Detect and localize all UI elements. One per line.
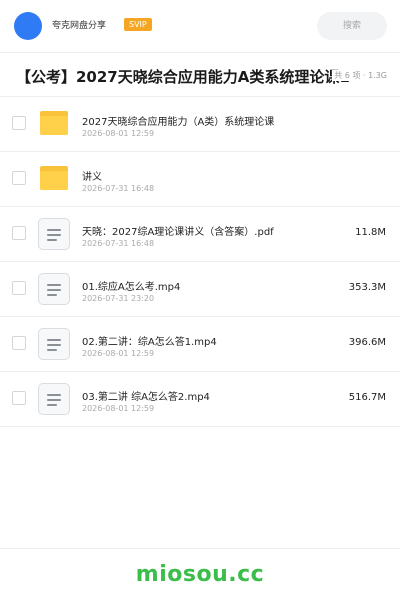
file-row[interactable]: 01.综应A怎么考.mp4 2026-07-31 23:20 353.3M	[0, 262, 400, 317]
file-size: 396.6M	[348, 337, 386, 348]
file-name: 天晓：2027综A理论课讲义（含答案）.pdf	[82, 227, 274, 238]
folder-icon	[38, 163, 70, 195]
file-size: 11.8M	[355, 227, 386, 238]
row-checkbox[interactable]	[12, 391, 26, 405]
row-checkbox[interactable]	[12, 336, 26, 350]
row-checkbox[interactable]	[12, 226, 26, 240]
file-date: 2026-08-01 12:59	[82, 404, 155, 413]
footer-divider	[0, 548, 400, 549]
folder-icon	[38, 108, 70, 140]
document-icon	[38, 383, 70, 415]
file-size: 353.3M	[348, 282, 386, 293]
file-size: 516.7M	[348, 392, 386, 403]
row-checkbox[interactable]	[12, 281, 26, 295]
file-row[interactable]: 03.第二讲 综A怎么答2.mp4 2026-08-01 12:59 516.7…	[0, 372, 400, 427]
folder-summary: 共 6 项 · 1.3G	[332, 70, 387, 81]
header-bar: 夸克网盘分享 SVIP	[0, 0, 400, 53]
file-name: 03.第二讲 综A怎么答2.mp4	[82, 392, 210, 403]
share-page: 夸克网盘分享 SVIP 【公考】2027天晓综合应用能力A类系统理论课1 共 6…	[0, 0, 400, 600]
search-input[interactable]	[317, 12, 387, 40]
file-row[interactable]: 2027天晓综合应用能力（A类）系统理论课 2026-08-01 12:59	[0, 97, 400, 152]
share-owner-name: 夸克网盘分享	[52, 21, 107, 31]
svip-badge: SVIP	[124, 18, 152, 31]
row-checkbox[interactable]	[12, 116, 26, 130]
file-row[interactable]: 天晓：2027综A理论课讲义（含答案）.pdf 2026-07-31 16:48…	[0, 207, 400, 262]
file-list: 2027天晓综合应用能力（A类）系统理论课 2026-08-01 12:59 讲…	[0, 97, 400, 427]
file-date: 2026-07-31 16:48	[82, 239, 155, 248]
folder-title: 【公考】2027天晓综合应用能力A类系统理论课1	[16, 68, 350, 86]
site-logo[interactable]: miosou.cc	[0, 562, 400, 587]
row-checkbox[interactable]	[12, 171, 26, 185]
file-row[interactable]: 讲义 2026-07-31 16:48	[0, 152, 400, 207]
file-date: 2026-07-31 23:20	[82, 294, 155, 303]
file-row[interactable]: 02.第二讲：综A怎么答1.mp4 2026-08-01 12:59 396.6…	[0, 317, 400, 372]
file-date: 2026-07-31 16:48	[82, 184, 155, 193]
file-date: 2026-08-01 12:59	[82, 349, 155, 358]
file-name: 2027天晓综合应用能力（A类）系统理论课	[82, 117, 275, 128]
file-name: 讲义	[82, 172, 102, 183]
file-name: 02.第二讲：综A怎么答1.mp4	[82, 337, 217, 348]
document-icon	[38, 328, 70, 360]
avatar[interactable]	[14, 12, 42, 40]
file-date: 2026-08-01 12:59	[82, 129, 155, 138]
document-icon	[38, 273, 70, 305]
file-name: 01.综应A怎么考.mp4	[82, 282, 181, 293]
document-icon	[38, 218, 70, 250]
